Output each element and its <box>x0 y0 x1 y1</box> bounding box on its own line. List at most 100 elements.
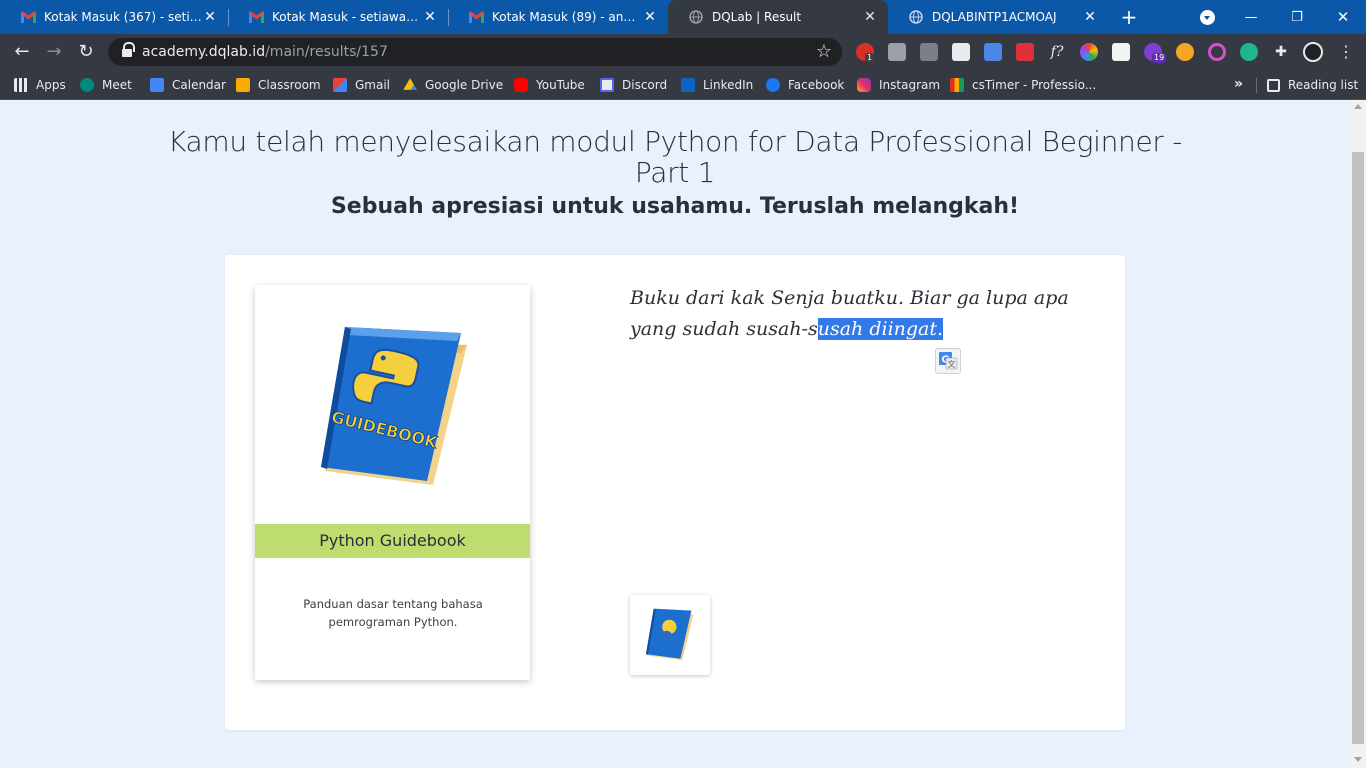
apps-grid-icon <box>14 78 28 92</box>
quote-selected-text: usah diingat. <box>817 318 944 340</box>
close-tab-icon[interactable]: ✕ <box>202 9 218 25</box>
more-bookmarks-button[interactable]: » <box>1234 76 1243 92</box>
bookmark-calendar[interactable]: Calendar <box>150 76 226 94</box>
minimize-button[interactable]: — <box>1228 0 1274 34</box>
tab-title: DQLab | Result <box>712 10 802 24</box>
globe-icon <box>688 9 704 25</box>
lock-icon <box>122 42 135 58</box>
tab-gmail-1[interactable]: Kotak Masuk (367) - setiawan ✕ <box>0 0 228 34</box>
bookmark-google-drive[interactable]: Google Drive <box>403 76 503 94</box>
page-scrollbar[interactable] <box>1350 100 1366 768</box>
tab-dqlab-code[interactable]: DQLABINTP1ACMOAJ ✕ <box>888 0 1108 34</box>
ring-extension-icon[interactable] <box>1208 43 1226 61</box>
bookmark-apps[interactable]: Apps <box>14 76 66 94</box>
url-path: /main/results/157 <box>265 44 388 60</box>
owl-extension-icon[interactable] <box>1176 43 1194 61</box>
color-picker-extension-icon[interactable] <box>1080 43 1098 61</box>
python-guidebook-thumbnail-image <box>645 608 694 661</box>
tab-gmail-3[interactable]: Kotak Masuk (89) - anon.clay ✕ <box>448 0 668 34</box>
calendar-icon <box>150 78 164 92</box>
notes-extension-icon[interactable] <box>1112 43 1130 61</box>
bookmark-label: Classroom <box>258 78 321 92</box>
bookmark-youtube[interactable]: YouTube <box>514 76 585 94</box>
mendeley-extension-icon[interactable] <box>1016 43 1034 61</box>
bookmark-label: Discord <box>622 78 668 92</box>
tab-gmail-2[interactable]: Kotak Masuk - setiawan13@e ✕ <box>228 0 448 34</box>
facebook-icon <box>766 78 780 92</box>
formula-extension-icon[interactable]: f? <box>1048 43 1066 61</box>
classroom-icon <box>236 78 250 92</box>
reload-button[interactable]: ↻ <box>74 40 98 64</box>
copy-extension-icon[interactable] <box>920 43 938 61</box>
extension-badge: 19 <box>1152 53 1167 63</box>
bookmark-gmail[interactable]: Gmail <box>333 76 390 94</box>
browser-menu-icon[interactable]: ⋮ <box>1338 42 1354 62</box>
forward-button[interactable]: → <box>42 40 66 64</box>
bookmark-instagram[interactable]: Instagram <box>857 76 940 94</box>
close-tab-icon[interactable]: ✕ <box>1082 9 1098 25</box>
new-tab-button[interactable]: + <box>1118 6 1140 28</box>
bookmarks-divider <box>1256 78 1257 93</box>
profile-avatar[interactable] <box>1303 42 1323 62</box>
bookmark-label: csTimer - Professio... <box>972 78 1097 92</box>
bookmark-label: Facebook <box>788 78 845 92</box>
tab-search-icon[interactable] <box>1200 10 1215 25</box>
gmail-icon <box>20 9 36 25</box>
gmail-icon <box>333 78 347 92</box>
translate-extension-icon[interactable] <box>984 43 1002 61</box>
bookmark-facebook[interactable]: Facebook <box>766 76 844 94</box>
browser-toolbar: ← → ↻ academy.dqlab.id/main/results/157 … <box>0 34 1366 70</box>
close-tab-icon[interactable]: ✕ <box>642 9 658 25</box>
book-description: Panduan dasar tentang bahasa pemrograman… <box>303 597 483 629</box>
bookmark-label: LinkedIn <box>703 78 754 92</box>
screenshot-extension-icon[interactable] <box>888 43 906 61</box>
bookmark-linkedin[interactable]: LinkedIn <box>681 76 753 94</box>
bookmark-label: Calendar <box>172 78 226 92</box>
back-button[interactable]: ← <box>10 40 34 64</box>
url-host: academy.dqlab.id <box>142 44 266 60</box>
bookmark-classroom[interactable]: Classroom <box>236 76 321 94</box>
purple-extension-icon[interactable]: 19 <box>1144 43 1167 63</box>
instagram-icon <box>857 78 871 92</box>
pdf-extension-icon[interactable]: 1 <box>856 43 875 63</box>
scroll-up-arrow-icon[interactable] <box>1354 104 1362 109</box>
close-tab-icon[interactable]: ✕ <box>422 9 438 25</box>
m-extension-icon[interactable] <box>1240 43 1258 61</box>
bookmarks-bar: Apps Meet Calendar Classroom Gmail Googl… <box>0 70 1366 100</box>
meet-icon <box>80 78 94 92</box>
restore-button[interactable]: ❐ <box>1274 0 1320 34</box>
close-tab-icon[interactable]: ✕ <box>862 9 878 25</box>
google-translate-icon[interactable]: G文 <box>935 348 961 374</box>
close-window-button[interactable]: ✕ <box>1320 0 1366 34</box>
discord-icon <box>600 78 614 92</box>
bookmark-label: Google Drive <box>425 78 504 92</box>
tab-dqlab-result[interactable]: DQLab | Result ✕ <box>668 0 888 34</box>
tab-strip: Kotak Masuk (367) - setiawan ✕ Kotak Mas… <box>0 0 1366 34</box>
print-extension-icon[interactable] <box>952 43 970 61</box>
bookmark-discord[interactable]: Discord <box>600 76 667 94</box>
completion-headline: Kamu telah menyelesaikan modul Python fo… <box>167 125 1183 189</box>
page-content: Kamu telah menyelesaikan modul Python fo… <box>0 100 1350 768</box>
extensions-puzzle-icon[interactable]: ✚ <box>1272 43 1290 61</box>
scrollbar-thumb[interactable] <box>1352 152 1364 744</box>
reward-card: GUIDEBOOK Python Guidebook Panduan dasar… <box>225 255 1125 730</box>
python-guidebook-image: GUIDEBOOK <box>321 327 467 485</box>
bookmark-star-icon[interactable]: ☆ <box>816 41 832 63</box>
url-text: academy.dqlab.id/main/results/157 <box>142 44 388 60</box>
globe-icon <box>908 9 924 25</box>
bookmark-meet[interactable]: Meet <box>80 76 132 94</box>
bookmark-label: Meet <box>102 78 132 92</box>
address-bar[interactable]: academy.dqlab.id/main/results/157 ☆ <box>108 38 842 66</box>
reading-list-button[interactable]: Reading list <box>1267 76 1358 94</box>
gmail-icon <box>248 9 264 25</box>
extension-badge: 1 <box>865 53 875 63</box>
bookmark-label: Apps <box>36 78 66 92</box>
book-name-label: Python Guidebook <box>255 524 530 558</box>
reward-book-thumbnail[interactable] <box>630 595 710 675</box>
reading-list-label: Reading list <box>1288 78 1359 92</box>
youtube-icon <box>514 78 528 92</box>
reward-book-card: GUIDEBOOK Python Guidebook Panduan dasar… <box>255 285 530 680</box>
scroll-down-arrow-icon[interactable] <box>1354 757 1362 762</box>
reward-quote: Buku dari kak Senja buatku. Biar ga lupa… <box>630 283 1090 345</box>
bookmark-cstimer[interactable]: csTimer - Professio... <box>950 76 1096 94</box>
